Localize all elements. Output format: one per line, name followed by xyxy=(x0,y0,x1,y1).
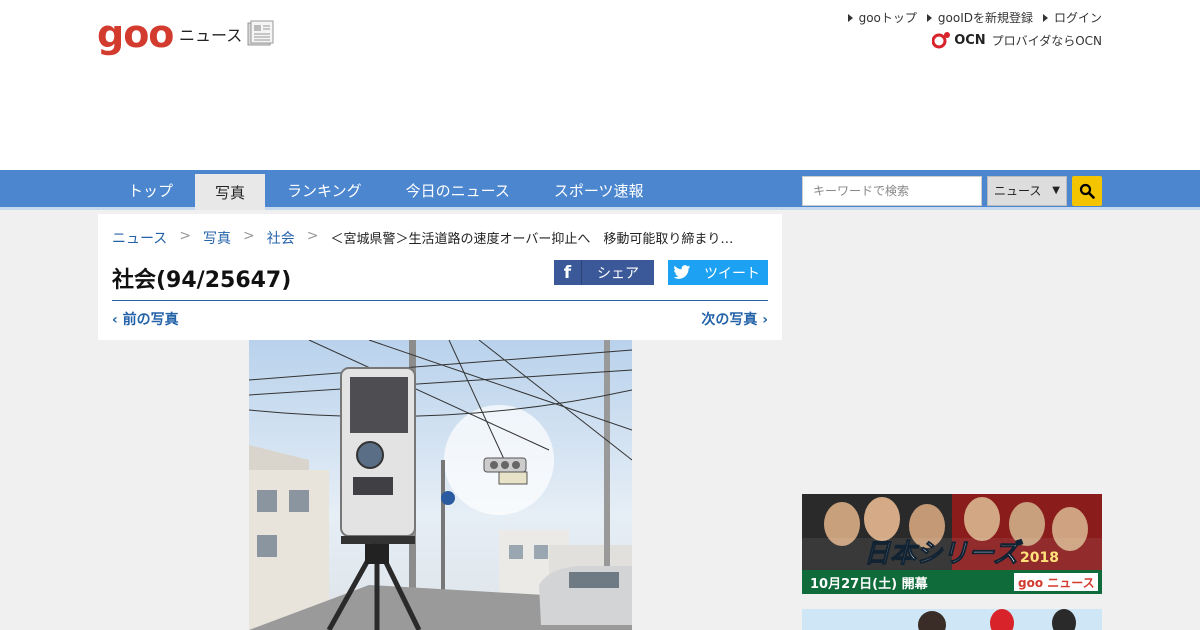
breadcrumb: ニュース > 写真 > 社会 > ＜宮城県警＞生活道路の速度オーバー抑止へ 移動… xyxy=(112,228,733,248)
prev-photo-link[interactable]: ‹ 前の写真 xyxy=(112,309,179,329)
nav-item-todays-news[interactable]: 今日のニュース xyxy=(384,170,532,210)
site-header: goo ニュース gooトップ gooIDを新規登録 ログイン OCN プロバイ… xyxy=(0,0,1200,170)
global-nav: トップ 写真 ランキング 今日のニュース スポーツ速報 キーワードで検索 ニュー… xyxy=(0,170,1200,210)
news-photo[interactable] xyxy=(249,340,632,630)
triangle-right-icon xyxy=(847,13,853,22)
chevron-right-icon: › xyxy=(757,312,768,328)
facebook-icon: f xyxy=(554,260,582,285)
next-photo-link[interactable]: 次の写真 › xyxy=(701,309,768,329)
breadcrumb-photo[interactable]: 写真 xyxy=(203,228,231,248)
dropdown-caret-icon: ▼ xyxy=(1052,185,1060,196)
login-link[interactable]: ログイン xyxy=(1042,9,1102,26)
chevron-left-icon: ‹ xyxy=(112,312,123,328)
nav-item-top[interactable]: トップ xyxy=(106,170,195,210)
top-links: gooトップ gooIDを新規登録 ログイン xyxy=(847,9,1102,26)
banner-title: 日本シリーズ xyxy=(864,539,1023,569)
nav-item-ranking[interactable]: ランキング xyxy=(265,170,384,210)
breadcrumb-separator: > xyxy=(243,228,255,244)
search-category-select[interactable]: ニュース ▼ xyxy=(987,176,1067,206)
sidebar-banner-2-art xyxy=(802,609,1102,630)
breadcrumb-current: ＜宮城県警＞生活道路の速度オーバー抑止へ 移動可能取り締まり… xyxy=(330,232,734,247)
title-divider xyxy=(112,300,768,301)
register-gooid-link[interactable]: gooIDを新規登録 xyxy=(926,9,1033,26)
search-input[interactable]: キーワードで検索 xyxy=(802,176,982,206)
ocn-text[interactable]: プロバイダならOCN xyxy=(992,32,1102,49)
sidebar-banner-2[interactable] xyxy=(802,609,1102,630)
breadcrumb-society[interactable]: 社会 xyxy=(267,228,295,248)
japan-series-banner[interactable]: 日本シリーズ 2018 10月27日(土) 開幕 goo ニュース xyxy=(802,494,1102,594)
search-icon xyxy=(1079,183,1095,199)
twitter-icon xyxy=(668,260,696,285)
breadcrumb-separator: > xyxy=(179,228,192,244)
search-button[interactable] xyxy=(1072,176,1102,206)
triangle-right-icon xyxy=(1042,13,1048,22)
breadcrumb-news[interactable]: ニュース xyxy=(112,228,167,248)
goo-logo[interactable]: goo xyxy=(97,14,174,54)
twitter-share-button[interactable]: ツイート xyxy=(668,260,768,285)
nav-items: トップ 写真 ランキング 今日のニュース スポーツ速報 xyxy=(106,170,666,210)
goo-top-link[interactable]: gooトップ xyxy=(847,9,917,26)
banner-brand: goo ニュース xyxy=(1018,576,1095,590)
photo-header-card: ニュース > 写真 > 社会 > ＜宮城県警＞生活道路の速度オーバー抑止へ 移動… xyxy=(98,214,782,340)
breadcrumb-separator: > xyxy=(306,228,319,244)
facebook-share-button[interactable]: f シェア xyxy=(554,260,654,285)
page-title: 社会(94/25647) xyxy=(112,268,292,293)
ocn-logo[interactable]: OCN xyxy=(932,30,986,50)
logo-subtitle[interactable]: ニュース xyxy=(179,22,242,46)
nav-item-photo[interactable]: 写真 xyxy=(195,174,266,210)
banner-year: 2018 xyxy=(1020,550,1059,566)
japan-series-banner-art: 日本シリーズ 2018 10月27日(土) 開幕 goo ニュース xyxy=(802,494,1102,594)
banner-date: 10月27日(土) 開幕 xyxy=(810,576,929,592)
newspaper-icon xyxy=(247,20,274,46)
triangle-right-icon xyxy=(926,13,932,22)
ocn-promo[interactable]: OCN プロバイダならOCN xyxy=(932,30,1102,50)
ocn-mark-icon xyxy=(932,32,951,49)
nav-item-sports[interactable]: スポーツ速報 xyxy=(532,170,666,210)
